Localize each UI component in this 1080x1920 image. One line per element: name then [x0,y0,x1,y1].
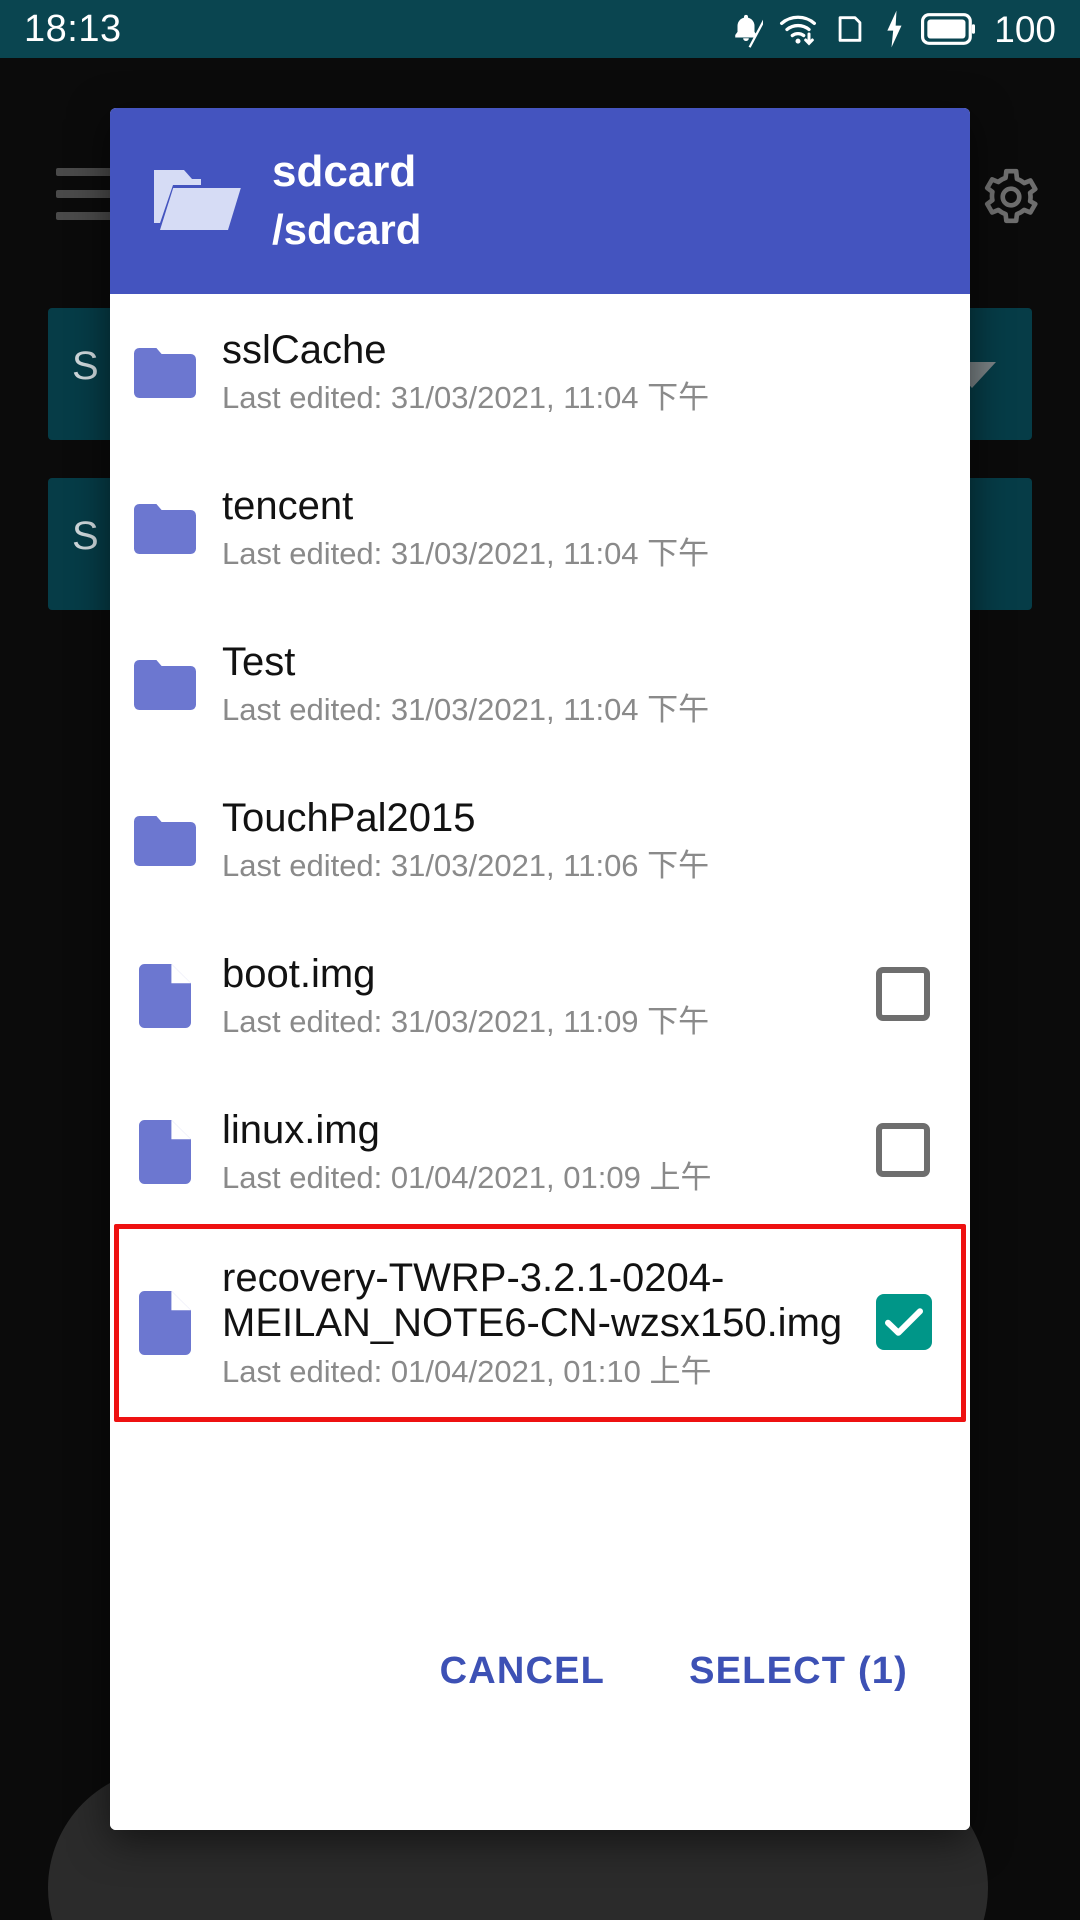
file-list-item[interactable]: Test Last edited: 31/03/2021, 11:04 下午 [110,606,970,762]
checkbox-placeholder [876,655,934,713]
folder-icon [134,346,196,398]
status-clock: 18:13 [24,8,122,50]
file-item-timestamp: Last edited: 31/03/2021, 11:06 下午 [222,848,710,884]
file-item-text: recovery-TWRP-3.2.1-0204-MEILAN_NOTE6-CN… [222,1256,856,1390]
file-list-item[interactable]: TouchPal2015 Last edited: 31/03/2021, 11:… [110,762,970,918]
background-card-label: S [72,344,99,388]
file-list[interactable]: sslCache Last edited: 31/03/2021, 11:04 下… [110,294,970,1610]
battery-percent-label: 100 [994,8,1056,50]
phone-screen: 18:13 100 S S sdcard /sdcard sslCache La… [0,0,1080,1920]
file-list-item[interactable]: linux.img Last edited: 01/04/2021, 01:09 … [110,1074,970,1230]
file-list-item[interactable]: tencent Last edited: 31/03/2021, 11:04 下午 [110,450,970,606]
file-item-name: linux.img [222,1107,380,1152]
file-item-name: Test [222,639,296,684]
sim-card-icon [833,9,867,49]
dialog-actions: CANCEL SELECT (1) [110,1610,970,1830]
file-item-text: linux.img Last edited: 01/04/2021, 01:09 … [222,1108,856,1197]
file-item-name: boot.img [222,951,376,996]
open-folder-icon [152,161,244,242]
dialog-path: /sdcard [272,206,422,254]
gear-icon[interactable] [980,166,1042,228]
wifi-download-icon [778,9,818,49]
checkbox-placeholder [876,811,934,869]
file-icon [134,1120,196,1184]
status-icon-tray: 100 [729,9,1056,49]
file-item-name: sslCache [222,327,387,372]
status-bar: 18:13 100 [0,0,1080,58]
bell-mute-icon [729,9,764,49]
file-item-text: tencent Last edited: 31/03/2021, 11:04 下午 [222,484,856,573]
file-list-item[interactable]: boot.img Last edited: 31/03/2021, 11:09 下… [110,918,970,1074]
file-item-text: Test Last edited: 31/03/2021, 11:04 下午 [222,640,856,729]
folder-icon [134,502,196,554]
cancel-button[interactable]: CANCEL [430,1644,616,1699]
file-icon [134,964,196,1028]
charging-bolt-icon [882,9,906,49]
file-item-timestamp: Last edited: 31/03/2021, 11:09 下午 [222,1004,710,1040]
file-item-timestamp: Last edited: 31/03/2021, 11:04 下午 [222,380,710,416]
folder-icon [134,814,196,866]
checkbox-unchecked[interactable] [876,1123,934,1181]
file-item-timestamp: Last edited: 01/04/2021, 01:10 上午 [222,1353,712,1389]
file-item-name: tencent [222,483,354,528]
background-card-label: S [72,514,99,558]
dialog-header: sdcard /sdcard [110,108,970,294]
folder-icon [134,658,196,710]
file-icon [134,1290,196,1355]
file-picker-dialog: sdcard /sdcard sslCache Last edited: 31/0… [110,108,970,1830]
file-list-item[interactable]: recovery-TWRP-3.2.1-0204-MEILAN_NOTE6-CN… [110,1230,970,1416]
file-item-name: TouchPal2015 [222,795,476,840]
checkbox-unchecked[interactable] [876,967,934,1025]
select-button[interactable]: SELECT (1) [679,1644,918,1699]
checkbox-placeholder [876,499,934,557]
file-item-timestamp: Last edited: 01/04/2021, 01:09 上午 [222,1160,712,1196]
file-item-timestamp: Last edited: 31/03/2021, 11:04 下午 [222,536,710,572]
checkbox-checked[interactable] [876,1293,934,1352]
battery-full-icon [921,12,976,46]
file-item-text: TouchPal2015 Last edited: 31/03/2021, 11:… [222,796,856,885]
dialog-title: sdcard [272,146,417,196]
file-item-text: boot.img Last edited: 31/03/2021, 11:09 下… [222,952,856,1041]
hamburger-menu-icon[interactable] [56,168,114,234]
file-item-timestamp: Last edited: 31/03/2021, 11:04 下午 [222,692,710,728]
file-item-name: recovery-TWRP-3.2.1-0204-MEILAN_NOTE6-CN… [222,1256,843,1345]
checkbox-placeholder [876,343,934,401]
file-list-item[interactable]: sslCache Last edited: 31/03/2021, 11:04 下… [110,294,970,450]
file-item-text: sslCache Last edited: 31/03/2021, 11:04 下… [222,328,856,417]
